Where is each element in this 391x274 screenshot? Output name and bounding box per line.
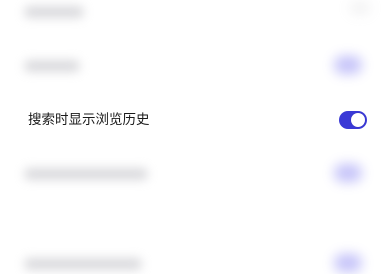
- show-history-toggle[interactable]: [339, 111, 367, 129]
- setting-label: 搜索时显示浏览历史: [28, 112, 150, 128]
- setting-row-show-history[interactable]: 搜索时显示浏览历史: [0, 105, 391, 135]
- blurred-setting-label: [24, 258, 142, 270]
- blurred-setting-label: [24, 60, 80, 72]
- blurred-setting-toggle: [334, 164, 362, 182]
- blurred-setting-toggle: [334, 254, 362, 272]
- blurred-setting-label: [24, 168, 148, 180]
- blurred-setting-toggle: [350, 2, 370, 14]
- blurred-setting-toggle: [334, 56, 362, 74]
- toggle-knob: [351, 113, 365, 127]
- blurred-setting-label: [24, 6, 84, 18]
- settings-screen: 搜索时显示浏览历史: [0, 0, 391, 274]
